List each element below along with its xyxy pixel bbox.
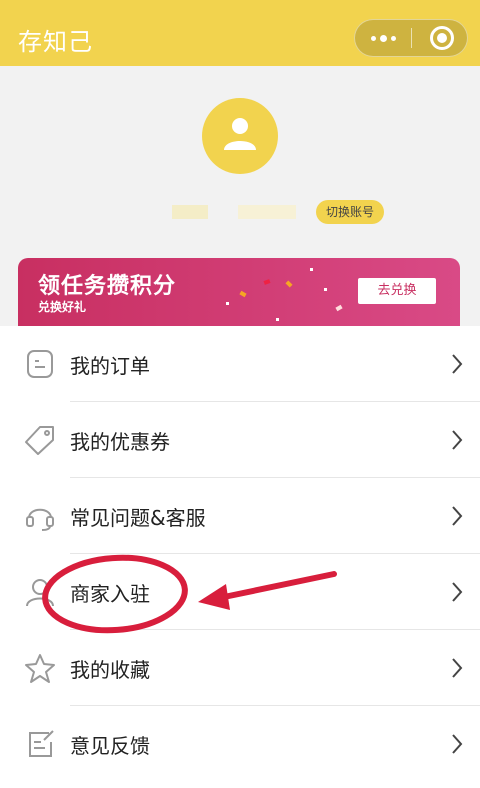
chevron-right-icon [452,506,463,526]
confetti [324,288,327,291]
confetti [335,304,343,312]
blurred-username-part [238,205,296,219]
menu-item-label: 商家入驻 [70,582,150,606]
more-icon[interactable] [355,20,411,56]
star-icon [25,654,55,683]
chevron-right-icon [452,582,463,602]
confetti [239,290,247,298]
chevron-right-icon [452,658,463,678]
menu-item-label: 我的订单 [70,354,150,378]
chevron-right-icon [452,354,463,374]
avatar[interactable] [202,98,278,174]
menu-item-label: 我的收藏 [70,658,150,682]
user-icon [224,118,256,150]
menu-list: 我的订单 我的优惠券 常见问题&客服 商家入驻 我的收藏 意见反馈 [0,326,480,788]
confetti [226,302,229,305]
confetti [263,279,271,285]
switch-account-button[interactable]: 切换账号 [316,200,384,224]
capsule-divider [411,28,412,48]
menu-item-merchant-join[interactable]: 商家入驻 [0,554,480,630]
feedback-icon [29,730,54,757]
confetti [285,280,293,288]
points-banner[interactable]: 领任务攒积分 兑换好礼 去兑换 [18,258,460,326]
headset-icon [26,508,54,531]
menu-item-feedback[interactable]: 意见反馈 [0,706,480,782]
menu-item-coupons[interactable]: 我的优惠券 [0,402,480,478]
order-icon [27,350,53,378]
close-mini-program-icon[interactable] [430,26,454,50]
redeem-button[interactable]: 去兑换 [358,278,436,304]
menu-item-label: 意见反馈 [70,734,150,758]
menu-item-label: 常见问题&客服 [70,506,206,530]
menu-item-orders[interactable]: 我的订单 [0,326,480,402]
confetti [310,268,313,271]
chevron-right-icon [452,734,463,754]
app-title: 存知己 [18,28,93,56]
banner-title: 领任务攒积分 [38,274,177,299]
banner-subtitle: 兑换好礼 [38,300,87,314]
blurred-username [172,205,208,219]
menu-item-label: 我的优惠券 [70,430,170,454]
chevron-right-icon [452,430,463,450]
mini-program-capsule [354,19,468,57]
merchant-icon [26,579,54,607]
menu-item-favorites[interactable]: 我的收藏 [0,630,480,706]
confetti [276,318,279,321]
coupon-icon [25,426,54,455]
menu-item-faq-service[interactable]: 常见问题&客服 [0,478,480,554]
top-bar: 存知己 [0,0,480,66]
